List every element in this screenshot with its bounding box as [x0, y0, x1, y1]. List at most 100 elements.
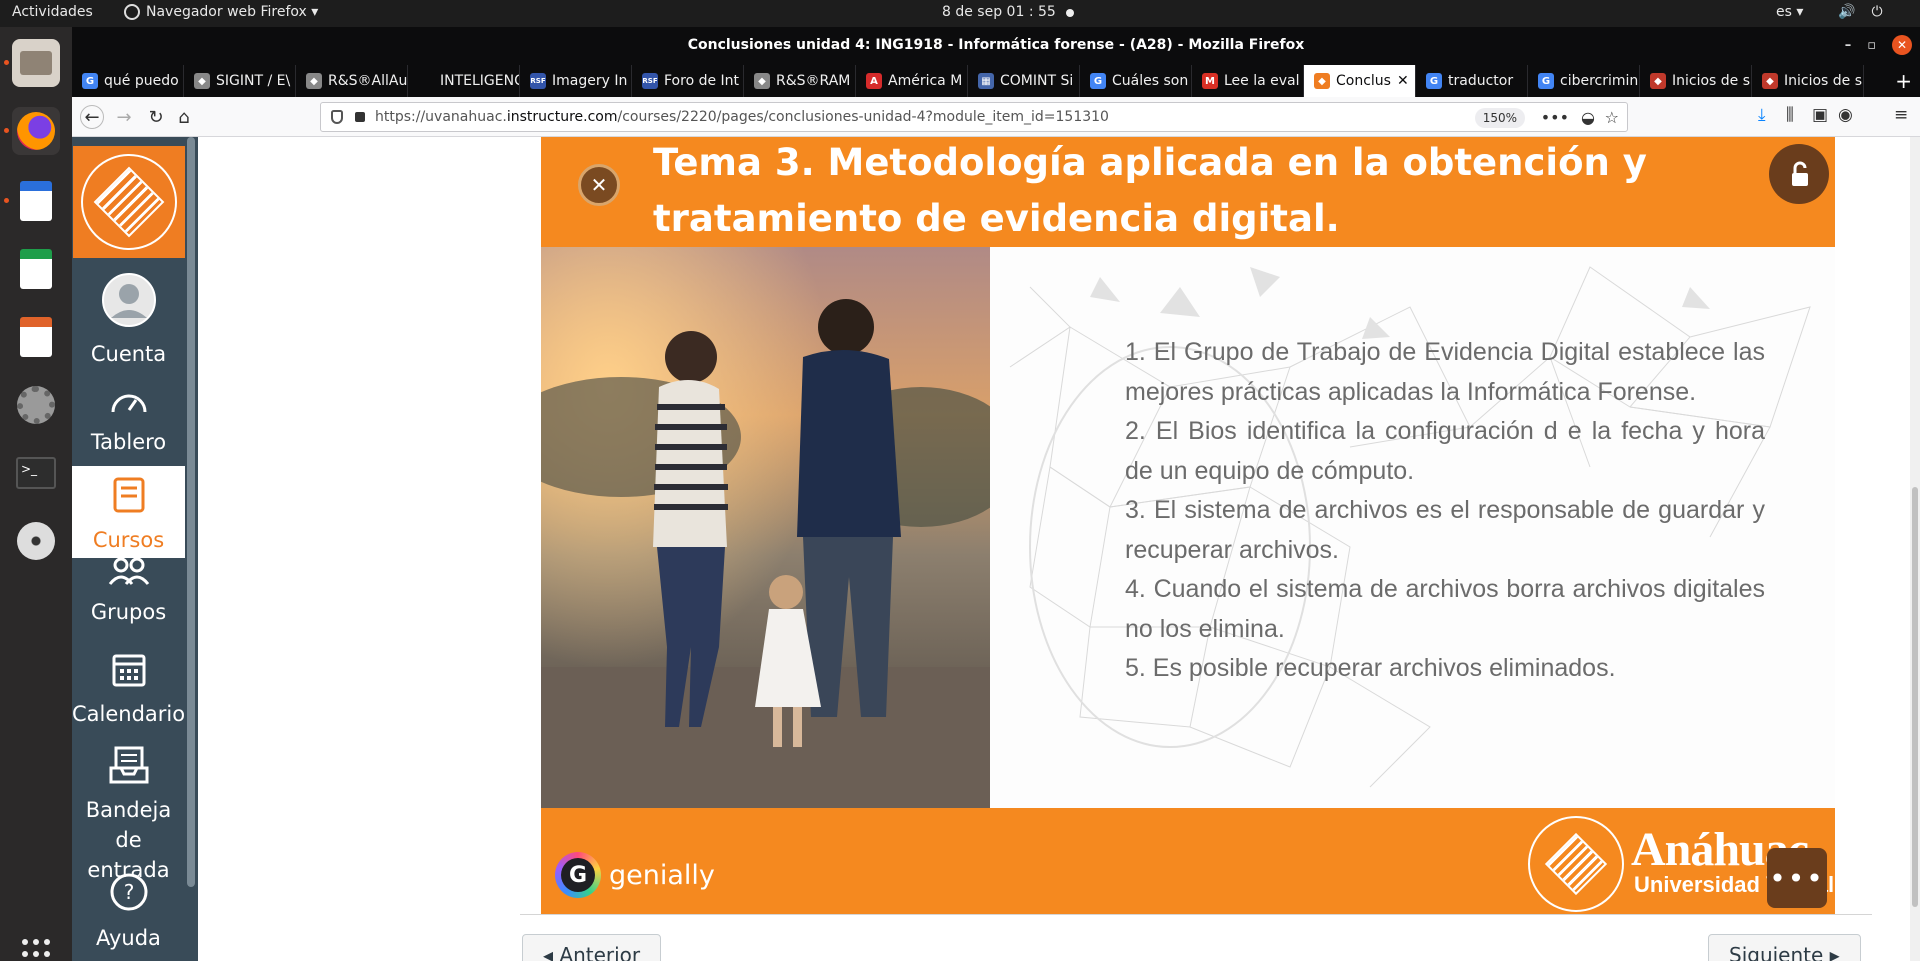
tab-favicon-icon — [418, 73, 434, 89]
nav-scrollbar[interactable] — [187, 137, 195, 887]
nav-item-label: Tablero — [90, 430, 167, 454]
nav-item-bandeja[interactable]: Bandeja de entrada — [72, 746, 185, 882]
tab[interactable]: Gqué puedo — [72, 65, 184, 97]
tab-label: qué puedo — [104, 73, 179, 89]
page-scrollbar[interactable] — [1910, 137, 1920, 961]
firefox-app-icon[interactable] — [12, 107, 60, 155]
list-item: 2. El Bios identifica la configuración d… — [1125, 417, 1765, 485]
tab[interactable]: RSF Foro de Int — [632, 65, 744, 97]
home-icon[interactable]: ⌂ — [172, 105, 196, 129]
tab[interactable]: Gcibercrimin — [1528, 65, 1640, 97]
system-menu[interactable]: 🔊 ⏻ — [1838, 4, 1883, 20]
url-bar[interactable]: https://uvanahuac.instructure.com/course… — [320, 102, 1628, 132]
close-window-icon[interactable]: ✕ — [1892, 35, 1912, 55]
tab-favicon-icon: RSF — [530, 73, 546, 89]
nav-item-cuenta[interactable]: Cuenta — [72, 272, 185, 368]
unlock-icon[interactable] — [1769, 144, 1829, 204]
tab[interactable]: ▦ COMINT Si — [968, 65, 1080, 97]
nav-item-ayuda[interactable]: ? Ayuda — [72, 872, 185, 958]
slide-title: Tema 3. Metodología aplicada en la obten… — [653, 141, 1647, 240]
activities-button[interactable]: Actividades — [12, 4, 93, 20]
running-indicator-icon — [4, 198, 9, 203]
zoom-indicator[interactable]: 150% — [1474, 108, 1525, 128]
nav-item-label: Cursos — [92, 528, 165, 552]
nav-item-label: Ayuda — [96, 926, 161, 950]
list-item: 4. Cuando el sistema de archivos borra a… — [1125, 575, 1765, 643]
downloads-icon[interactable]: ⤓ — [1758, 105, 1766, 125]
minimize-icon[interactable]: – — [1845, 38, 1852, 53]
tab-label: América M — [888, 73, 963, 89]
page-actions-icon[interactable]: ••• — [1541, 108, 1569, 127]
calc-app-icon[interactable] — [12, 245, 60, 293]
courses-icon — [72, 476, 185, 519]
tab[interactable]: INTELIGENCIA — [408, 65, 520, 97]
reload-icon[interactable]: ↻ — [144, 105, 168, 129]
tab-favicon-icon: M — [1202, 73, 1218, 89]
nav-item-tablero[interactable]: Tablero — [72, 384, 185, 466]
firefox-small-icon — [124, 4, 140, 20]
tab[interactable]: ◆ SIGINT / E\ — [184, 65, 296, 97]
system-top-bar: Actividades Navegador web Firefox ▾ 8 de… — [0, 0, 1920, 27]
maximize-icon[interactable]: ▫ — [1867, 38, 1876, 53]
account-icon[interactable]: ◉ — [1838, 105, 1853, 125]
tab[interactable]: M Lee la eval — [1192, 65, 1304, 97]
sidebars-icon[interactable]: ▣ — [1812, 105, 1828, 125]
lock-icon[interactable] — [355, 112, 365, 122]
tab[interactable]: ◆ Inicios de s — [1752, 65, 1864, 97]
window-title-bar: Conclusiones unidad 4: ING1918 - Informá… — [72, 27, 1920, 65]
library-icon[interactable]: ⫼ — [1786, 105, 1794, 125]
impress-app-icon[interactable] — [12, 313, 60, 361]
tab-favicon-icon: RSF — [642, 73, 658, 89]
tracking-shield-icon[interactable] — [331, 110, 343, 124]
writer-app-icon[interactable] — [12, 177, 60, 225]
power-icon: ⏻ — [1871, 4, 1883, 20]
tab[interactable]: ◆ R&S®RAM — [744, 65, 856, 97]
close-tab-icon[interactable]: ✕ — [1397, 73, 1409, 89]
tab[interactable]: RSF Imagery In — [520, 65, 632, 97]
back-icon[interactable]: ← — [80, 105, 104, 129]
tab[interactable]: A América M — [856, 65, 968, 97]
forward-icon[interactable]: → — [112, 105, 136, 129]
tab-label: COMINT Si — [1000, 73, 1074, 89]
dvd-drive-icon[interactable] — [12, 517, 60, 565]
pocket-icon[interactable]: ◒ — [1581, 108, 1595, 127]
settings-app-icon[interactable] — [12, 381, 60, 429]
files-app-icon[interactable] — [12, 39, 60, 87]
keyboard-language[interactable]: es ▾ — [1776, 4, 1803, 20]
close-icon[interactable]: ✕ — [578, 164, 620, 206]
nav-item-label: Grupos — [90, 600, 167, 624]
tab[interactable]: ◆ Conclus ✕ — [1304, 65, 1416, 97]
tab[interactable]: Gtraductor — [1416, 65, 1528, 97]
tab-favicon-icon: ◆ — [306, 73, 322, 89]
nav-item-grupos[interactable]: Grupos — [72, 556, 185, 642]
help-icon: ? — [72, 872, 185, 917]
university-logo[interactable] — [73, 146, 185, 258]
show-applications-icon[interactable] — [22, 939, 52, 961]
volume-icon: 🔊 — [1838, 4, 1856, 20]
slide-body: 1. El Grupo de Trabajo de Evidencia Digi… — [541, 247, 1835, 808]
terminal-app-icon[interactable]: >_ — [12, 449, 60, 497]
previous-button[interactable]: ◂ Anterior — [522, 934, 662, 961]
nav-item-label: Bandeja de entrada — [85, 798, 172, 882]
tab-favicon-icon: A — [866, 73, 882, 89]
more-options-icon[interactable]: ••• — [1767, 848, 1827, 908]
tab[interactable]: ◆ Inicios de s — [1640, 65, 1752, 97]
nav-item-cursos[interactable]: Cursos — [72, 466, 185, 558]
nav-item-calendario[interactable]: Calendario — [72, 650, 185, 742]
slide-footer: G genially Anáhuac Universidad Virtual •… — [541, 808, 1835, 914]
menu-icon[interactable]: ≡ — [1894, 105, 1908, 125]
tab-label: R&S®AllAu — [328, 73, 408, 89]
tab-favicon-icon: ◆ — [1650, 73, 1666, 89]
tab[interactable]: G Cuáles son — [1080, 65, 1192, 97]
bookmark-star-icon[interactable]: ☆ — [1605, 108, 1619, 127]
app-menu[interactable]: Navegador web Firefox ▾ — [124, 4, 318, 20]
tab-favicon-icon: G — [1538, 73, 1554, 89]
tab[interactable]: ◆ R&S®AllAu — [296, 65, 408, 97]
genially-brand[interactable]: G genially — [555, 852, 715, 898]
new-tab-icon[interactable]: + — [1895, 69, 1912, 93]
clock[interactable]: 8 de sep 01 : 55 — [942, 4, 1056, 20]
inbox-icon — [72, 746, 185, 789]
tab-favicon-icon: G — [1090, 73, 1106, 89]
next-button[interactable]: Siguiente ▸ — [1708, 934, 1861, 961]
tab-label: Inicios de s — [1784, 73, 1863, 89]
